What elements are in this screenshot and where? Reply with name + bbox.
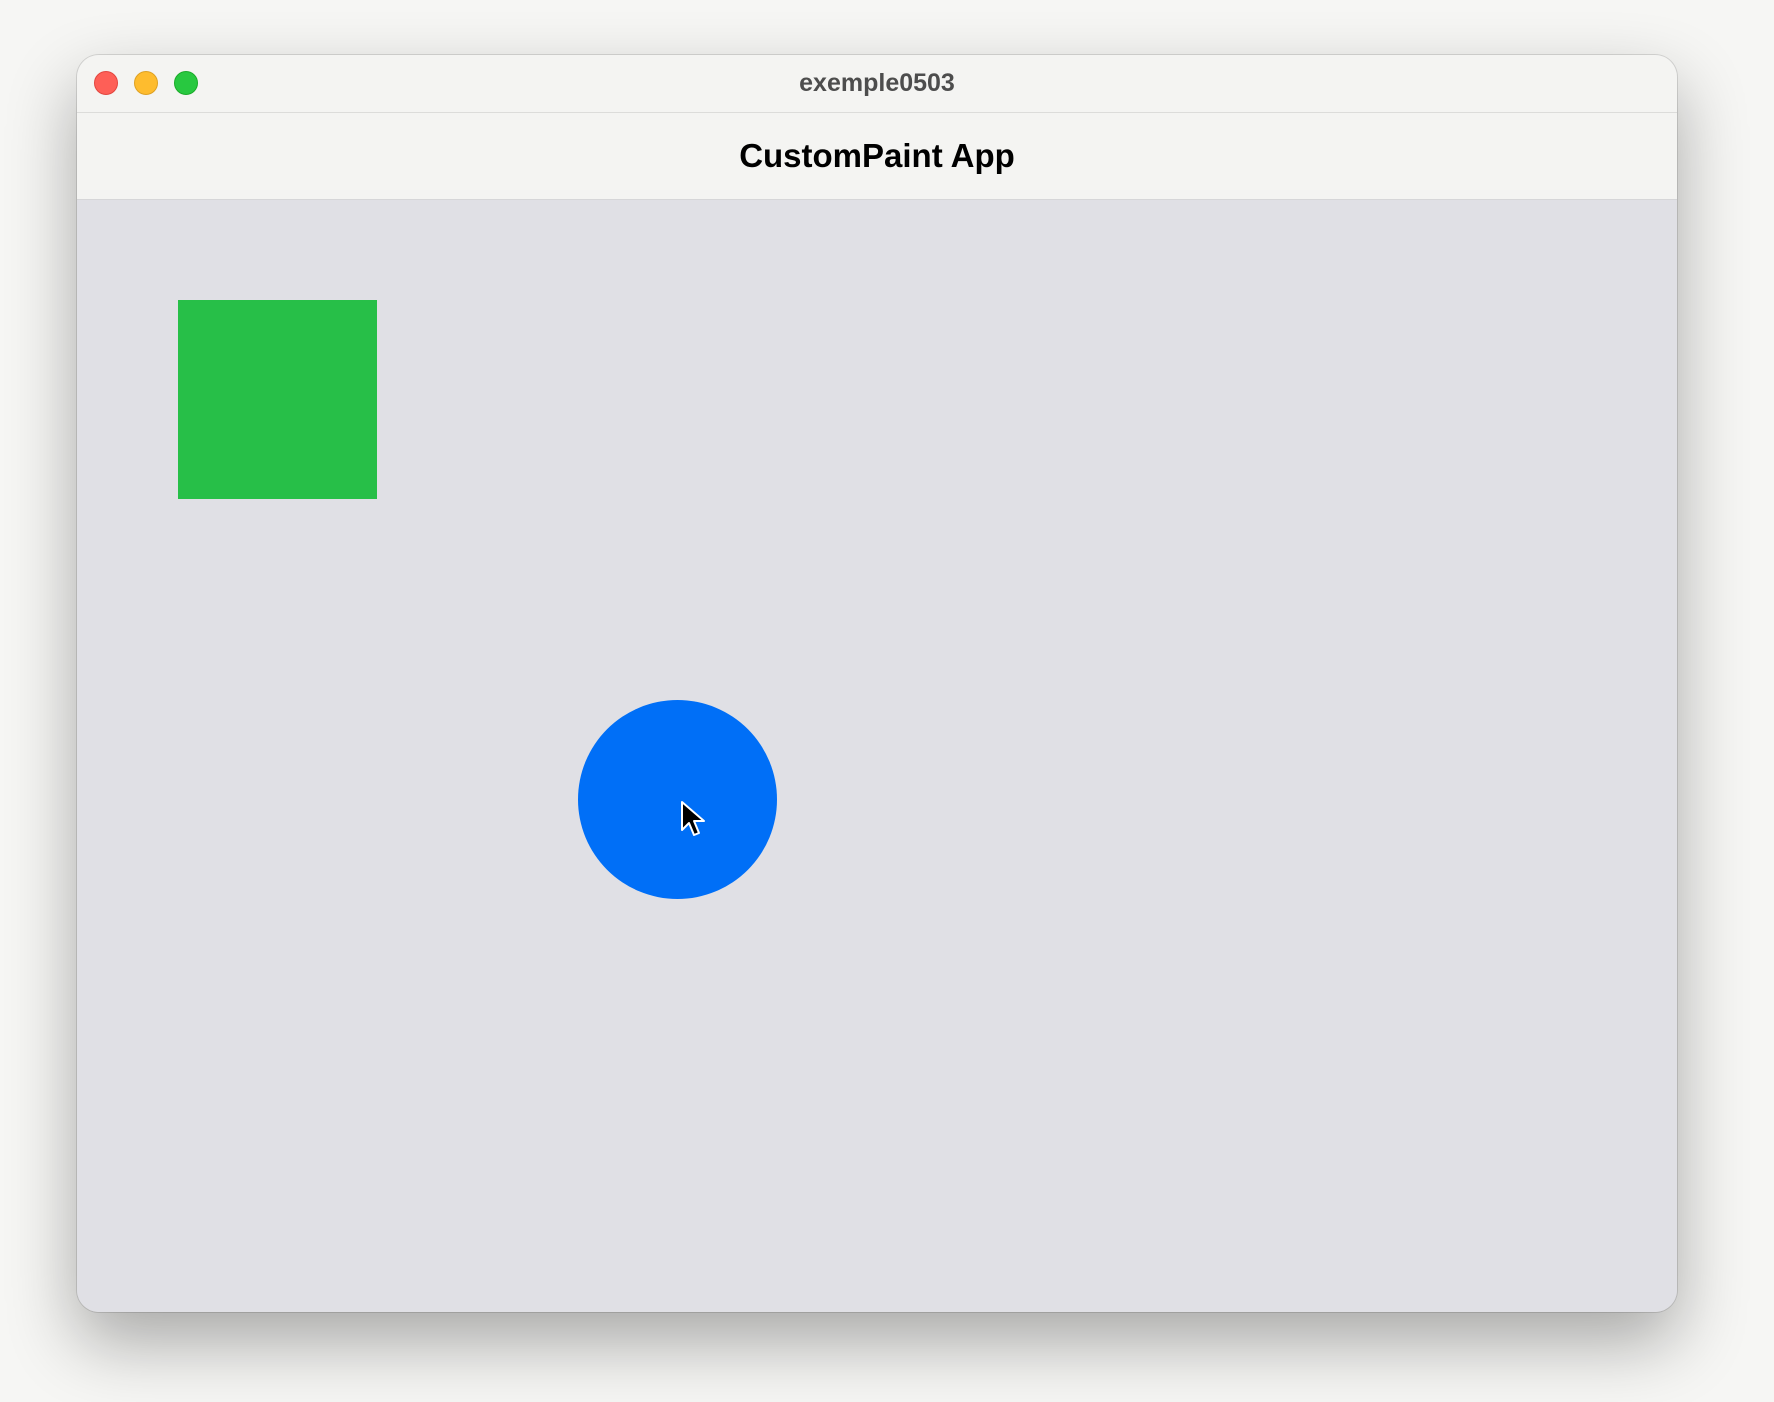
page-title: CustomPaint App (739, 137, 1015, 174)
green-square-shape (178, 300, 377, 499)
title-bar[interactable]: exemple0503 (77, 55, 1677, 113)
mouse-pointer-icon (681, 801, 705, 836)
app-bar: CustomPaint App (77, 113, 1677, 200)
window-title: exemple0503 (799, 69, 955, 97)
paint-canvas[interactable] (77, 200, 1677, 1312)
blue-circle-shape[interactable] (578, 700, 777, 899)
app-window: exemple0503 CustomPaint App (77, 55, 1677, 1312)
